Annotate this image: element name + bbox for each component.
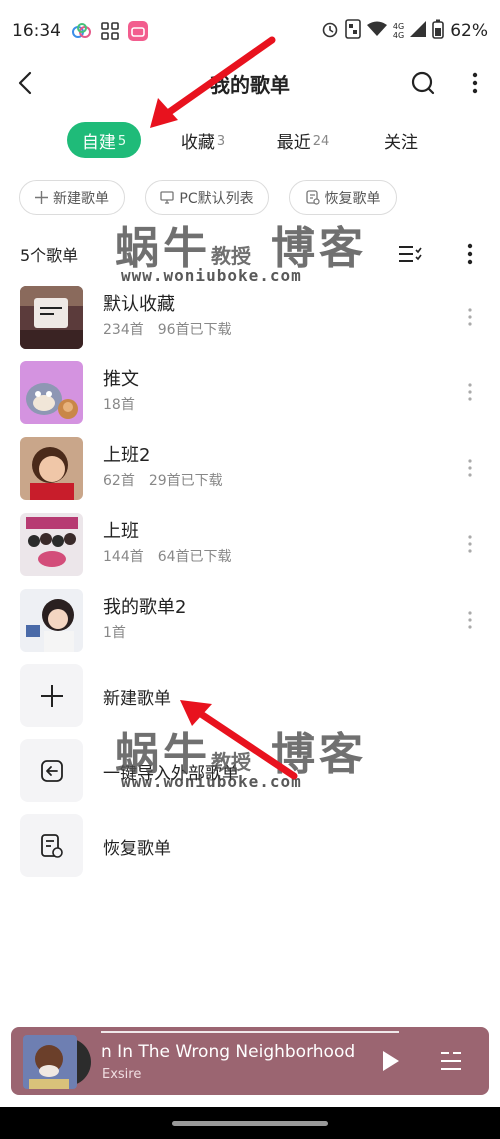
playlist-name: 默认收藏	[103, 294, 175, 315]
playlist-cover	[20, 513, 83, 576]
playlist-row[interactable]: 上班 144首 64首已下载	[0, 511, 500, 581]
grid-app-icon	[99, 20, 121, 42]
sort-button[interactable]	[396, 240, 424, 268]
playlist-name: 上班	[103, 521, 139, 542]
play-button[interactable]	[375, 1045, 407, 1077]
restore-playlist-icon-box	[20, 814, 83, 877]
more-button[interactable]	[460, 68, 490, 98]
now-playing-cover	[19, 1035, 91, 1089]
more-vertical-icon	[468, 459, 472, 477]
import-icon	[40, 759, 63, 782]
playlist-more-button[interactable]	[458, 529, 482, 559]
wifi-icon	[366, 21, 387, 41]
playlist-list-header: 5个歌单	[0, 236, 500, 270]
playlist-cover	[20, 589, 83, 652]
annotation-arrow-icon	[180, 700, 298, 780]
import-playlist-icon-box	[20, 739, 83, 802]
playlist-meta: 18首	[103, 397, 135, 413]
playlist-meta: 62首 29首已下载	[103, 473, 223, 489]
playlist-row[interactable]: 我的歌单2 1首	[0, 587, 500, 657]
new-playlist-label: 新建歌单	[103, 689, 171, 709]
more-vertical-icon	[468, 308, 472, 326]
playlist-more-button[interactable]	[458, 302, 482, 332]
status-time: 16:34	[12, 21, 61, 41]
playlist-cover	[20, 361, 83, 424]
search-icon	[411, 71, 435, 95]
restore-playlist-chip[interactable]: 恢复歌单	[289, 180, 397, 215]
plus-icon	[35, 191, 48, 204]
playlist-cover	[20, 437, 83, 500]
battery-icon	[432, 19, 445, 43]
mini-player[interactable]: n In The Wrong Neighborhood Exsire	[11, 1027, 489, 1095]
restore-playlist-row[interactable]: 恢复歌单	[0, 814, 500, 880]
more-vertical-icon	[468, 383, 472, 401]
home-gesture-bar[interactable]	[172, 1121, 328, 1126]
restore-icon	[40, 833, 63, 858]
annotation-arrow-icon	[150, 36, 276, 128]
battery-percent: 62%	[450, 21, 488, 41]
search-button[interactable]	[408, 68, 438, 98]
playlist-more-button[interactable]	[458, 605, 482, 635]
playlist-name: 我的歌单2	[103, 597, 187, 618]
restore-playlist-label: 恢复歌单	[103, 839, 171, 859]
quick-actions: 新建歌单 PC默认列表 恢复歌单	[0, 180, 500, 216]
network-type: 4G 4G	[392, 22, 405, 40]
list-more-button[interactable]	[456, 240, 484, 268]
playlist-meta: 144首 64首已下载	[103, 549, 232, 565]
now-playing-title: n In The Wrong Neighborhood	[101, 1042, 356, 1062]
play-icon	[383, 1051, 399, 1071]
pc-default-list-chip[interactable]: PC默认列表	[145, 180, 269, 215]
tab-self-created[interactable]: 自建 5	[67, 122, 141, 158]
playlist-more-button[interactable]	[458, 453, 482, 483]
playlist-more-button[interactable]	[458, 377, 482, 407]
playlist-queue-button[interactable]	[435, 1045, 467, 1077]
list-sort-icon	[399, 246, 422, 262]
queue-icon	[441, 1052, 461, 1070]
system-nav-bar	[0, 1107, 500, 1139]
playlist-meta: 1首	[103, 625, 126, 641]
now-playing-artist: Exsire	[102, 1067, 142, 1082]
playlist-name: 上班2	[103, 445, 151, 466]
playback-progress	[101, 1031, 399, 1033]
new-playlist-icon-box	[20, 664, 83, 727]
monitor-icon	[160, 191, 175, 204]
more-vertical-icon	[467, 243, 473, 265]
playlist-name: 推文	[103, 369, 139, 390]
playlist-row[interactable]: 推文 18首	[0, 359, 500, 429]
playlist-cover	[20, 286, 83, 349]
more-vertical-icon	[468, 535, 472, 553]
more-vertical-icon	[468, 611, 472, 629]
playlist-meta: 234首 96首已下载	[103, 322, 232, 338]
nfc-icon	[345, 19, 361, 43]
cloud-app-icon	[71, 20, 93, 42]
playlist-row[interactable]: 上班2 62首 29首已下载	[0, 435, 500, 505]
playlist-row[interactable]: 默认收藏 234首 96首已下载	[0, 284, 500, 354]
playlist-count: 5个歌单	[20, 246, 79, 265]
plus-icon	[40, 684, 63, 707]
tab-following[interactable]: 关注	[378, 122, 424, 158]
signal-icon	[410, 21, 427, 41]
restore-icon	[305, 190, 320, 205]
new-playlist-chip[interactable]: 新建歌单	[19, 180, 125, 215]
alarm-icon	[321, 20, 339, 42]
more-vertical-icon	[472, 72, 478, 94]
